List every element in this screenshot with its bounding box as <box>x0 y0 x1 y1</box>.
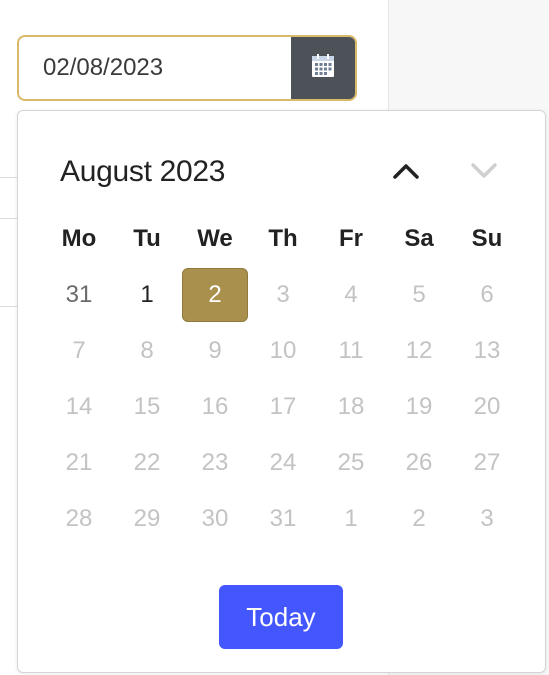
calendar-day[interactable]: 12 <box>385 323 453 379</box>
date-input[interactable] <box>17 35 291 101</box>
calendar-day[interactable]: 3 <box>453 491 521 547</box>
calendar-day[interactable]: 31 <box>249 491 317 547</box>
weekday-label: Tu <box>133 225 161 252</box>
calendar-day[interactable]: 4 <box>317 267 385 323</box>
calendar-day[interactable]: 19 <box>385 379 453 435</box>
calendar-day[interactable]: 1 <box>317 491 385 547</box>
calendar-day[interactable]: 27 <box>453 435 521 491</box>
date-input-group <box>17 35 357 101</box>
calendar-day[interactable]: 15 <box>113 379 181 435</box>
previous-month-button[interactable] <box>388 155 424 191</box>
weekday-label: We <box>197 225 233 252</box>
calendar-day[interactable]: 26 <box>385 435 453 491</box>
calendar-day[interactable]: 2 <box>385 491 453 547</box>
calendar-day[interactable]: 23 <box>181 435 249 491</box>
calendar-week: 31 1 2 3 4 5 6 <box>45 267 521 323</box>
calendar-day[interactable]: 28 <box>45 491 113 547</box>
calendar-day[interactable]: 24 <box>249 435 317 491</box>
weekday-label: Sa <box>404 225 434 252</box>
calendar-day[interactable]: 21 <box>45 435 113 491</box>
calendar-week: 28 29 30 31 1 2 3 <box>45 491 521 547</box>
next-month-button[interactable] <box>466 155 502 191</box>
calendar-day[interactable]: 18 <box>317 379 385 435</box>
calendar-day[interactable]: 20 <box>453 379 521 435</box>
datepicker-popover: August 2023 Mo Tu We Th Fr Sa Su 31 1 2 … <box>17 110 546 673</box>
calendar-day[interactable]: 7 <box>45 323 113 379</box>
calendar-day[interactable]: 29 <box>113 491 181 547</box>
calendar-day[interactable]: 16 <box>181 379 249 435</box>
chevron-down-icon <box>469 161 499 186</box>
calendar-day[interactable]: 31 <box>45 267 113 323</box>
calendar-day-selected[interactable]: 2 <box>181 267 249 323</box>
weekday-label: Su <box>471 225 503 252</box>
calendar-week: 21 22 23 24 25 26 27 <box>45 435 521 491</box>
calendar-day[interactable]: 1 <box>113 267 181 323</box>
calendar-day[interactable]: 30 <box>181 491 249 547</box>
weekday-label: Mo <box>61 225 97 252</box>
calendar-toggle-button[interactable] <box>291 35 357 101</box>
calendar-day[interactable]: 22 <box>113 435 181 491</box>
calendar-day[interactable]: 3 <box>249 267 317 323</box>
calendar-week: 7 8 9 10 11 12 13 <box>45 323 521 379</box>
today-button[interactable]: Today <box>219 585 343 649</box>
month-title: August 2023 <box>60 155 226 188</box>
calendar-week: 14 15 16 17 18 19 20 <box>45 379 521 435</box>
background-text-fragment <box>0 460 14 484</box>
calendar-day[interactable]: 11 <box>317 323 385 379</box>
calendar-day[interactable]: 17 <box>249 379 317 435</box>
calendar-day[interactable]: 5 <box>385 267 453 323</box>
calendar-day[interactable]: 10 <box>249 323 317 379</box>
calendar-day[interactable]: 9 <box>181 323 249 379</box>
chevron-up-icon <box>391 161 421 186</box>
selected-day-label: 2 <box>182 268 248 322</box>
calendar-day[interactable]: 13 <box>453 323 521 379</box>
calendar-day[interactable]: 8 <box>113 323 181 379</box>
weekday-header: Mo Tu We Th Fr Sa Su <box>45 221 521 257</box>
calendar-day[interactable]: 6 <box>453 267 521 323</box>
weekday-label: Th <box>268 225 298 252</box>
calendar-day[interactable]: 25 <box>317 435 385 491</box>
calendar-icon <box>308 51 338 86</box>
calendar-day[interactable]: 14 <box>45 379 113 435</box>
weekday-label: Fr <box>339 225 363 252</box>
